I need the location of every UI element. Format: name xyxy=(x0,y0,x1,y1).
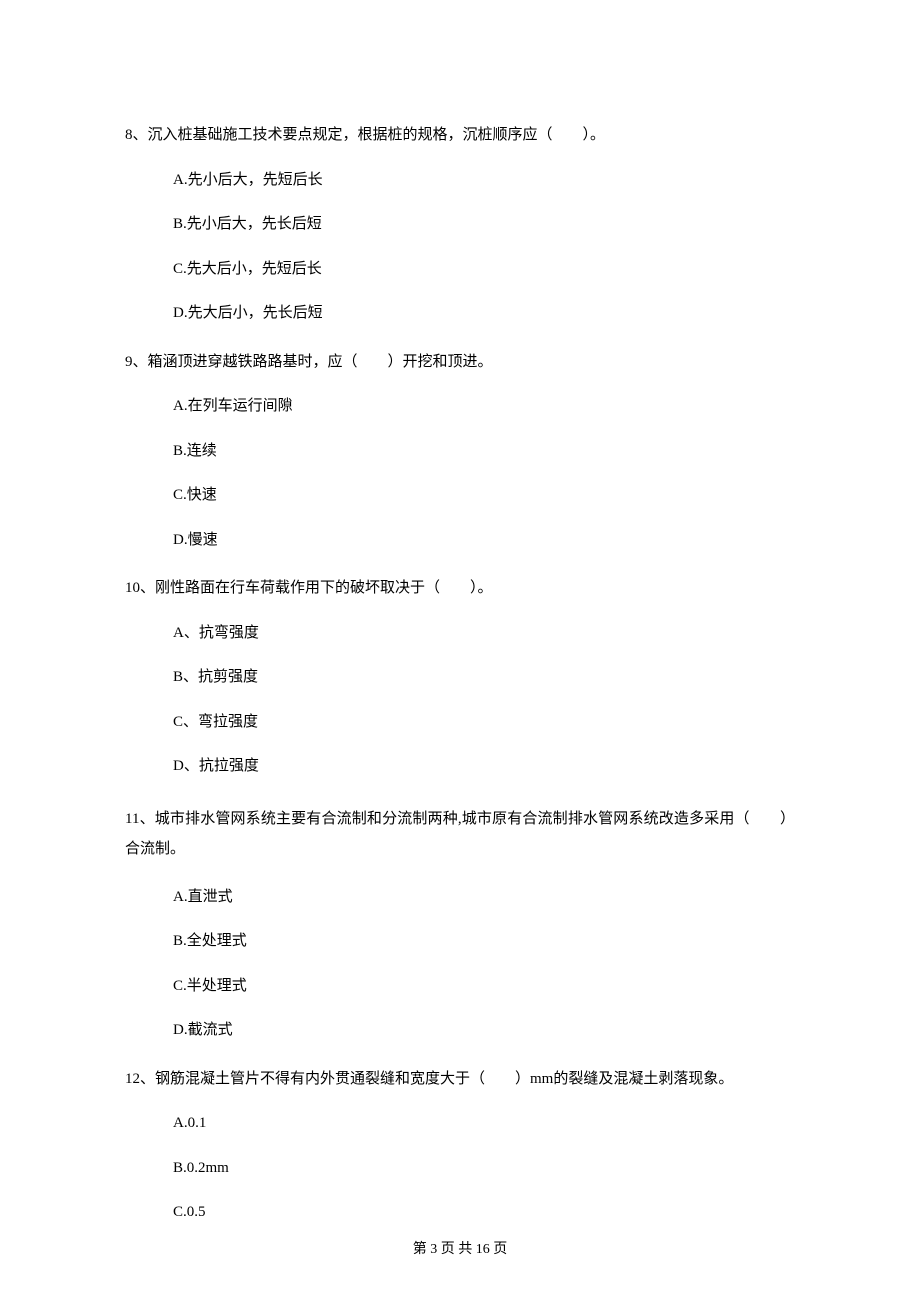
question-9-option-b: B.连续 xyxy=(173,440,795,463)
question-8-option-b: B.先小后大，先长后短 xyxy=(173,213,795,236)
question-10-options: A、抗弯强度 B、抗剪强度 C、弯拉强度 D、抗拉强度 xyxy=(125,622,795,778)
question-12-option-a: A.0.1 xyxy=(173,1112,795,1135)
question-8-stem: 8、沉入桩基础施工技术要点规定，根据桩的规格，沉桩顺序应（ ）。 xyxy=(125,124,795,147)
question-11-options: A.直泄式 B.全处理式 C.半处理式 D.截流式 xyxy=(125,886,795,1042)
question-12-option-c: C.0.5 xyxy=(173,1201,795,1224)
question-9-option-a: A.在列车运行间隙 xyxy=(173,395,795,418)
question-8-option-a: A.先小后大，先短后长 xyxy=(173,169,795,192)
question-12-option-b: B.0.2mm xyxy=(173,1157,795,1180)
question-12-options: A.0.1 B.0.2mm C.0.5 xyxy=(125,1112,795,1224)
question-11-option-d: D.截流式 xyxy=(173,1019,795,1042)
question-8-option-c: C.先大后小，先短后长 xyxy=(173,258,795,281)
question-9-options: A.在列车运行间隙 B.连续 C.快速 D.慢速 xyxy=(125,395,795,551)
question-12-stem: 12、钢筋混凝土管片不得有内外贯通裂缝和宽度大于（ ）mm的裂缝及混凝土剥落现象… xyxy=(125,1068,795,1091)
question-11-option-b: B.全处理式 xyxy=(173,930,795,953)
question-11-option-a: A.直泄式 xyxy=(173,886,795,909)
question-10-option-a: A、抗弯强度 xyxy=(173,622,795,645)
page-content: 8、沉入桩基础施工技术要点规定，根据桩的规格，沉桩顺序应（ ）。 A.先小后大，… xyxy=(0,0,920,1224)
question-11-option-c: C.半处理式 xyxy=(173,975,795,998)
question-8-options: A.先小后大，先短后长 B.先小后大，先长后短 C.先大后小，先短后长 D.先大… xyxy=(125,169,795,325)
question-9-stem: 9、箱涵顶进穿越铁路路基时，应（ ）开挖和顶进。 xyxy=(125,351,795,374)
question-10-option-b: B、抗剪强度 xyxy=(173,666,795,689)
page-footer: 第 3 页 共 16 页 xyxy=(0,1238,920,1258)
question-10-option-c: C、弯拉强度 xyxy=(173,711,795,734)
question-10-option-d: D、抗拉强度 xyxy=(173,755,795,778)
question-11-stem: 11、城市排水管网系统主要有合流制和分流制两种,城市原有合流制排水管网系统改造多… xyxy=(125,804,795,864)
question-8-option-d: D.先大后小，先长后短 xyxy=(173,302,795,325)
question-10-stem: 10、刚性路面在行车荷载作用下的破坏取决于（ ）。 xyxy=(125,577,795,600)
question-9-option-d: D.慢速 xyxy=(173,529,795,552)
question-9-option-c: C.快速 xyxy=(173,484,795,507)
